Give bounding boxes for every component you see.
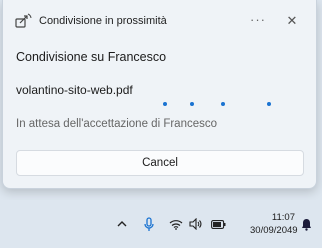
more-options-button[interactable]: ···	[246, 11, 270, 31]
close-button[interactable]: ✕	[281, 11, 303, 31]
nearby-share-flyout: Condivisione in prossimità ··· ✕ Condivi…	[2, 0, 317, 189]
clock-date: 30/09/2049	[250, 225, 298, 236]
progress-dot	[267, 102, 271, 106]
nearby-share-icon	[15, 13, 32, 28]
share-target-label: Condivisione su Francesco	[16, 50, 167, 64]
notification-bell-icon[interactable]	[299, 216, 313, 232]
flyout-title: Condivisione in prossimità	[39, 15, 167, 27]
speaker-icon[interactable]	[188, 216, 204, 232]
file-name: volantino-sito-web.pdf	[16, 83, 133, 97]
progress-dot	[163, 102, 167, 106]
progress-dots	[163, 102, 283, 108]
clock[interactable]: 11:07 30/09/2049	[250, 211, 298, 237]
chevron-up-icon[interactable]	[115, 216, 129, 232]
progress-dot	[221, 102, 225, 106]
cancel-button[interactable]: Cancel	[16, 150, 304, 176]
progress-dot	[190, 102, 194, 106]
microphone-icon[interactable]	[142, 216, 156, 232]
taskbar: 11:07 30/09/2049	[0, 200, 322, 248]
battery-icon[interactable]	[209, 216, 227, 232]
clock-time: 11:07	[271, 212, 295, 223]
wifi-icon[interactable]	[168, 216, 184, 232]
flyout-header: Condivisione in prossimità ··· ✕	[3, 0, 316, 40]
status-text: In attesa dell'accettazione di Francesco	[16, 118, 218, 130]
